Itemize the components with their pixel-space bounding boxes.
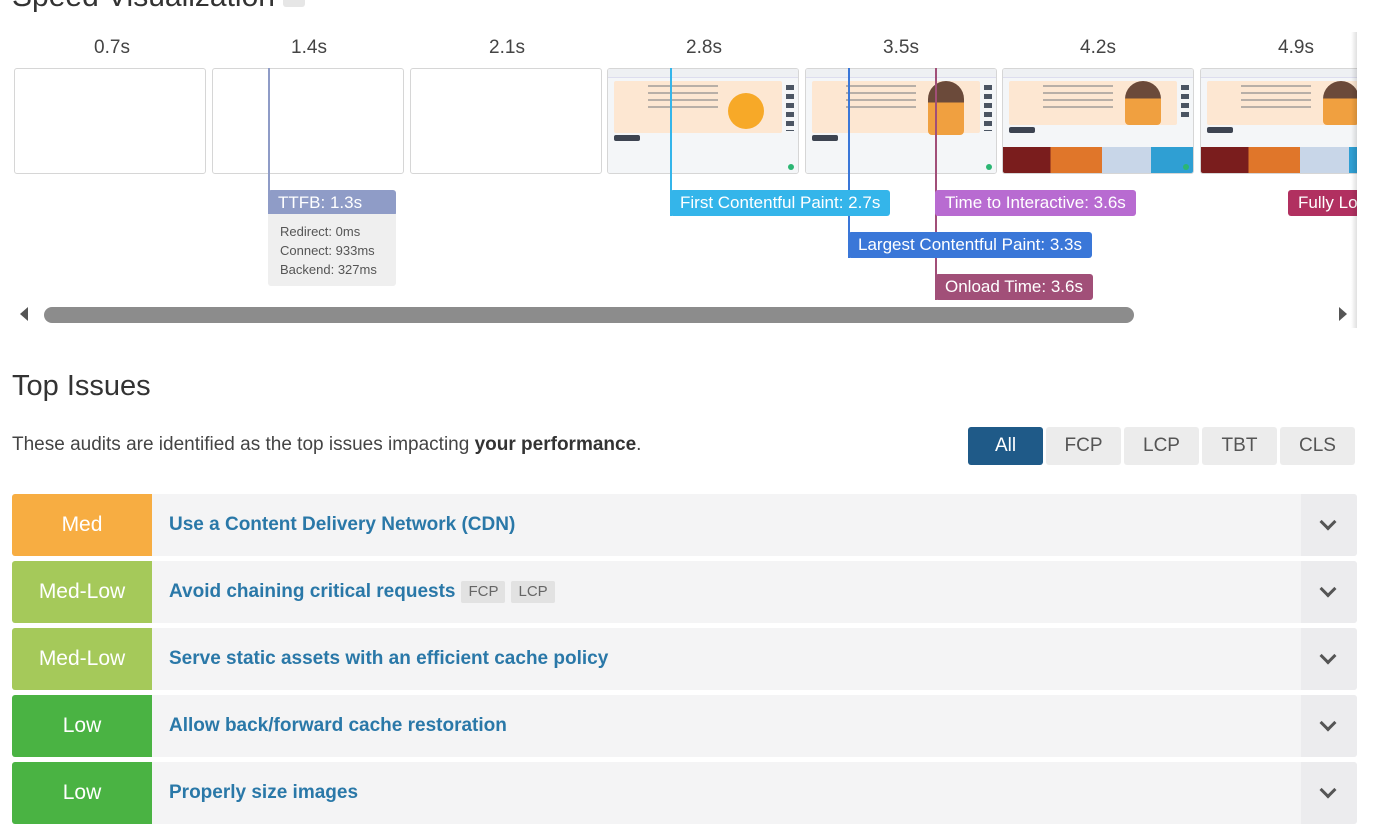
top-issues-title: Top Issues <box>12 370 151 402</box>
top-issues-description: These audits are identified as the top i… <box>12 434 641 456</box>
metric-chip-fcp: FCP <box>461 580 506 603</box>
page-screenshot-thumbnail <box>1201 69 1357 173</box>
issue-title[interactable]: Allow back/forward cache restoration <box>169 695 507 757</box>
filmstrip-frame-screenshot[interactable] <box>607 68 799 174</box>
filmstrip-frame-screenshot[interactable] <box>805 68 997 174</box>
chevron-down-icon <box>1319 714 1337 732</box>
issue-title-text[interactable]: Use a Content Delivery Network (CDN) <box>169 514 515 535</box>
issue-row[interactable]: Med-Low Avoid chaining critical requests… <box>12 561 1357 623</box>
scroll-left-arrow-icon[interactable] <box>20 307 28 321</box>
filter-lcp-button[interactable]: LCP <box>1124 427 1199 465</box>
expand-button[interactable] <box>1301 628 1357 690</box>
lcp-line <box>848 68 850 258</box>
chevron-down-icon <box>1319 513 1337 531</box>
ttfb-connect: Connect: 933ms <box>280 243 375 258</box>
info-icon[interactable] <box>282 0 305 8</box>
filter-fcp-button[interactable]: FCP <box>1046 427 1121 465</box>
metric-filter-group: All FCP LCP TBT CLS <box>968 427 1355 465</box>
severity-badge: Med-Low <box>12 561 152 623</box>
issue-row[interactable]: Low Allow back/forward cache restoration <box>12 695 1357 757</box>
issue-title[interactable]: Properly size images <box>169 762 358 824</box>
filmstrip-frame-blank[interactable] <box>14 68 206 174</box>
timeline-tick: 4.9s <box>1278 37 1314 58</box>
timeline-scrollbar-thumb[interactable] <box>44 307 1134 323</box>
page-screenshot-thumbnail <box>1003 69 1193 173</box>
filmstrip-frame-blank[interactable] <box>212 68 404 174</box>
chevron-down-icon <box>1319 580 1337 598</box>
timeline-tick: 2.1s <box>489 37 525 58</box>
filmstrip-frame-screenshot[interactable] <box>1200 68 1357 174</box>
severity-badge: Low <box>12 762 152 824</box>
issue-title-text[interactable]: Avoid chaining critical requests <box>169 581 455 602</box>
issue-row[interactable]: Med-Low Serve static assets with an effi… <box>12 628 1357 690</box>
ttfb-details: Redirect: 0ms Connect: 933ms Backend: 32… <box>268 214 396 286</box>
severity-badge: Low <box>12 695 152 757</box>
filmstrip-frame-blank[interactable] <box>410 68 602 174</box>
lcp-marker[interactable]: Largest Contentful Paint: 3.3s <box>848 232 1092 258</box>
expand-button[interactable] <box>1301 695 1357 757</box>
ttfb-redirect: Redirect: 0ms <box>280 224 361 239</box>
filter-cls-button[interactable]: CLS <box>1280 427 1355 465</box>
issue-title[interactable]: Use a Content Delivery Network (CDN) <box>169 494 515 556</box>
timeline-tick: 0.7s <box>94 37 130 58</box>
onload-line <box>935 68 937 300</box>
expand-button[interactable] <box>1301 561 1357 623</box>
timeline-tick: 1.4s <box>291 37 327 58</box>
expand-button[interactable] <box>1301 494 1357 556</box>
ttfb-backend: Backend: 327ms <box>280 262 377 277</box>
onload-marker[interactable]: Onload Time: 3.6s <box>935 274 1093 300</box>
severity-badge: Med <box>12 494 152 556</box>
page-screenshot-thumbnail <box>806 69 996 173</box>
speed-timeline[interactable]: 0.7s 1.4s 2.1s 2.8s 3.5s 4.2s 4.9s TTFB:… <box>0 32 1357 328</box>
timeline-tick: 2.8s <box>686 37 722 58</box>
speed-visualization-title-text: Speed Visualization <box>12 0 275 13</box>
scroll-right-arrow-icon[interactable] <box>1339 307 1347 321</box>
issue-title[interactable]: Serve static assets with an efficient ca… <box>169 628 608 690</box>
issue-row[interactable]: Low Properly size images <box>12 762 1357 824</box>
issue-title-text[interactable]: Properly size images <box>169 782 358 803</box>
filter-tbt-button[interactable]: TBT <box>1202 427 1277 465</box>
issue-row[interactable]: Med Use a Content Delivery Network (CDN) <box>12 494 1357 556</box>
filmstrip-frame-screenshot[interactable] <box>1002 68 1194 174</box>
tti-marker[interactable]: Time to Interactive: 3.6s <box>935 190 1136 216</box>
ttfb-marker[interactable]: TTFB: 1.3s <box>268 190 396 216</box>
description-end-text: . <box>636 434 642 455</box>
description-bold-text: your performance <box>474 434 637 455</box>
timeline-tick: 3.5s <box>883 37 919 58</box>
issue-title[interactable]: Avoid chaining critical requests FCP LCP <box>169 561 555 623</box>
issue-title-text[interactable]: Serve static assets with an efficient ca… <box>169 648 608 669</box>
issue-title-text[interactable]: Allow back/forward cache restoration <box>169 715 507 736</box>
chevron-down-icon <box>1319 781 1337 799</box>
timeline-tick: 4.2s <box>1080 37 1116 58</box>
severity-badge: Med-Low <box>12 628 152 690</box>
expand-button[interactable] <box>1301 762 1357 824</box>
chevron-down-icon <box>1319 647 1337 665</box>
fully-loaded-marker[interactable]: Fully Lo <box>1288 190 1357 216</box>
filter-all-button[interactable]: All <box>968 427 1043 465</box>
page-screenshot-thumbnail <box>608 69 798 173</box>
fcp-marker[interactable]: First Contentful Paint: 2.7s <box>670 190 891 216</box>
metric-chip-lcp: LCP <box>511 580 555 603</box>
description-text: These audits are identified as the top i… <box>12 434 475 455</box>
timeline-overflow-shadow <box>1351 32 1357 328</box>
speed-visualization-title: Speed Visualization <box>12 0 305 14</box>
